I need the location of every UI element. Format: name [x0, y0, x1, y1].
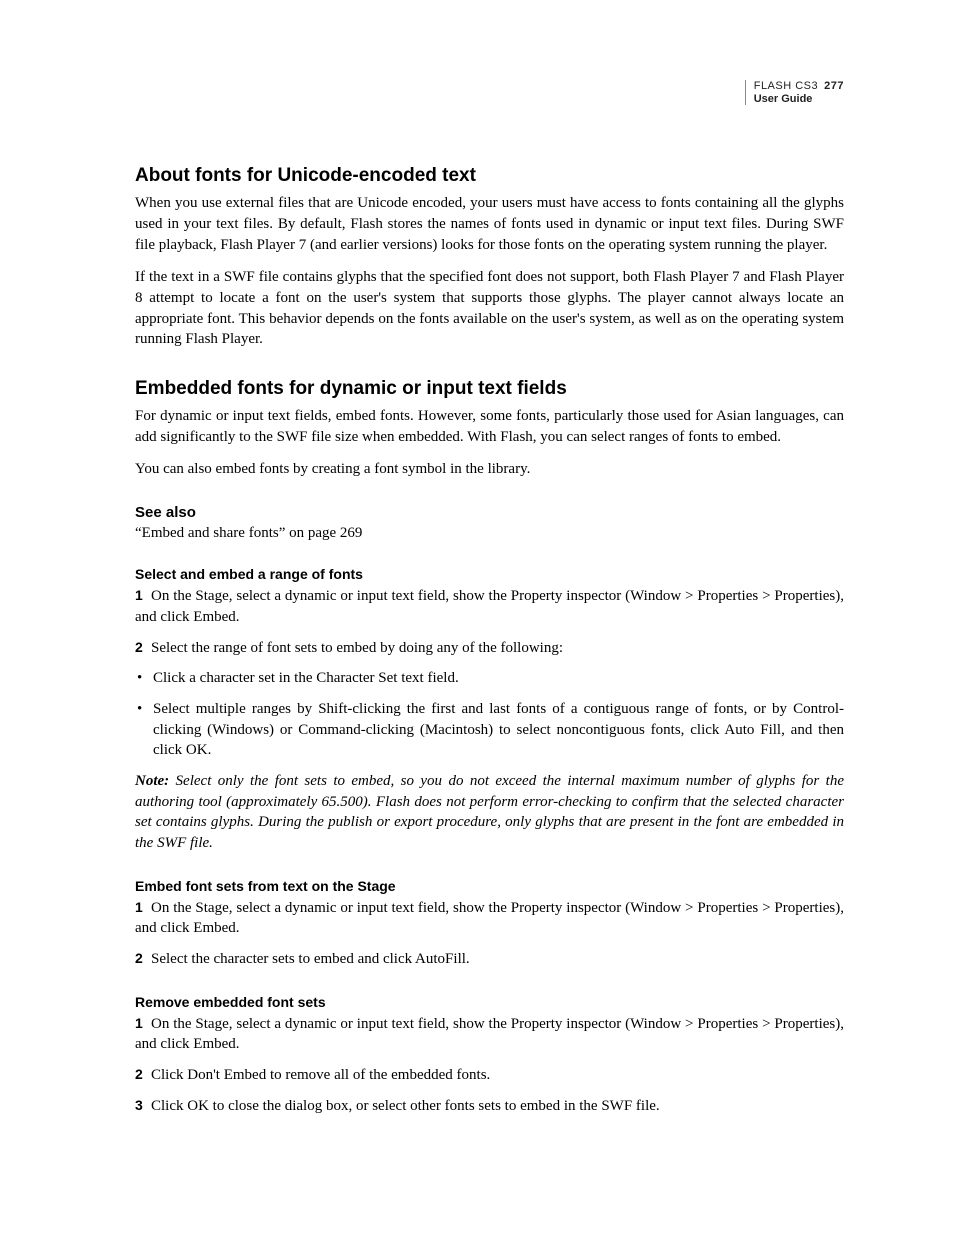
procedure-heading-select-embed: Select and embed a range of fonts [135, 566, 844, 582]
step-number: 1 [135, 1014, 151, 1033]
step-number: 2 [135, 638, 151, 657]
header-subtitle: User Guide [754, 93, 844, 106]
step-number: 1 [135, 586, 151, 605]
procedure-step: 3Click OK to close the dialog box, or se… [135, 1096, 844, 1117]
procedure-step: 1On the Stage, select a dynamic or input… [135, 898, 844, 939]
procedure-step: 2Click Don't Embed to remove all of the … [135, 1065, 844, 1086]
step-text: On the Stage, select a dynamic or input … [135, 588, 844, 625]
note-paragraph: Note: Select only the font sets to embed… [135, 771, 844, 854]
procedure-step: 1On the Stage, select a dynamic or input… [135, 586, 844, 627]
step-number: 2 [135, 949, 151, 968]
step-text: Select the range of font sets to embed b… [151, 640, 563, 656]
step-text: On the Stage, select a dynamic or input … [135, 1016, 844, 1053]
procedure-heading-remove: Remove embedded font sets [135, 994, 844, 1010]
body-paragraph: When you use external files that are Uni… [135, 193, 844, 255]
procedure-step: 1On the Stage, select a dynamic or input… [135, 1014, 844, 1055]
note-label: Note: [135, 773, 169, 789]
step-number: 2 [135, 1065, 151, 1084]
step-number: 1 [135, 898, 151, 917]
procedure-step: 2Select the range of font sets to embed … [135, 638, 844, 659]
step-text: Click Don't Embed to remove all of the e… [151, 1067, 490, 1083]
body-paragraph: You can also embed fonts by creating a f… [135, 459, 844, 480]
document-page: FLASH CS3 277 User Guide About fonts for… [0, 0, 954, 1227]
step-text: Click OK to close the dialog box, or sel… [151, 1098, 660, 1114]
body-paragraph: For dynamic or input text fields, embed … [135, 406, 844, 447]
bullet-item: Click a character set in the Character S… [135, 668, 844, 689]
bullet-list: Click a character set in the Character S… [135, 668, 844, 761]
see-also-heading: See also [135, 504, 844, 521]
procedure-step: 2Select the character sets to embed and … [135, 949, 844, 970]
product-name: FLASH CS3 [754, 80, 818, 93]
procedure-heading-embed-stage: Embed font sets from text on the Stage [135, 878, 844, 894]
page-number: 277 [824, 80, 844, 93]
header-title-row: FLASH CS3 277 [754, 80, 844, 93]
section-heading-about-fonts: About fonts for Unicode-encoded text [135, 165, 844, 187]
step-text: On the Stage, select a dynamic or input … [135, 900, 844, 937]
see-also-link[interactable]: “Embed and share fonts” on page 269 [135, 525, 844, 542]
bullet-item: Select multiple ranges by Shift-clicking… [135, 699, 844, 761]
step-number: 3 [135, 1096, 151, 1115]
header-block: FLASH CS3 277 User Guide [745, 80, 844, 105]
section-heading-embedded-fonts: Embedded fonts for dynamic or input text… [135, 378, 844, 400]
note-text: Select only the font sets to embed, so y… [135, 773, 844, 851]
page-header: FLASH CS3 277 User Guide [135, 80, 844, 105]
step-text: Select the character sets to embed and c… [151, 951, 470, 967]
body-paragraph: If the text in a SWF file contains glyph… [135, 267, 844, 350]
